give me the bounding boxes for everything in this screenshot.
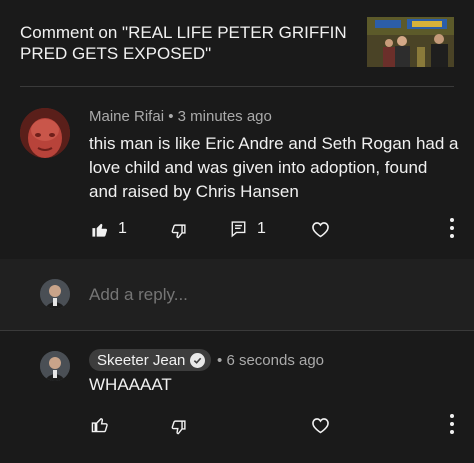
like-count: 1 — [118, 220, 127, 237]
like-button[interactable] — [91, 416, 108, 433]
heart-icon — [311, 221, 330, 238]
avatar[interactable] — [40, 351, 70, 381]
check-badge-icon — [190, 352, 206, 368]
reply-text: WHAAAAT — [89, 375, 172, 394]
page-title: Comment on "REAL LIFE PETER GRIFFIN PRED… — [20, 23, 347, 63]
reply-comment: Skeeter Jean • 6 seconds ago WHAAAAT — [0, 331, 474, 463]
comment-time: 3 minutes ago — [177, 108, 272, 125]
reply-meta: • 6 seconds ago — [217, 352, 324, 369]
comment-author[interactable]: Maine Rifai — [89, 108, 164, 125]
author-chip[interactable]: Skeeter Jean — [89, 349, 212, 371]
avatar — [40, 279, 70, 309]
dislike-button[interactable] — [170, 223, 187, 240]
thumbs-up-icon — [91, 221, 108, 238]
comment-text: this man is like Eric Andre and Seth Rog… — [89, 134, 459, 201]
like-button[interactable]: 1 — [91, 220, 127, 238]
heart-icon — [311, 417, 330, 434]
reply-count: 1 — [257, 220, 266, 237]
meta-separator: • — [168, 108, 174, 125]
kebab-menu-icon[interactable] — [449, 414, 455, 434]
reply-author: Skeeter Jean — [97, 351, 186, 369]
reply-time: 6 seconds ago — [226, 352, 325, 369]
meta-separator: • — [217, 352, 223, 369]
comment-icon — [230, 220, 247, 238]
kebab-menu-icon[interactable] — [449, 218, 455, 238]
comment: Maine Rifai • 3 minutes ago this man is … — [0, 87, 474, 259]
thumbs-down-icon — [170, 419, 187, 436]
heart-button[interactable] — [311, 221, 330, 238]
dislike-button[interactable] — [170, 419, 187, 436]
heart-button[interactable] — [311, 417, 330, 434]
replies-button[interactable]: 1 — [230, 220, 266, 238]
thumbs-down-icon — [170, 223, 187, 240]
comment-meta: Maine Rifai • 3 minutes ago — [89, 108, 272, 125]
reply-input[interactable] — [89, 285, 389, 305]
avatar[interactable] — [20, 108, 70, 158]
thumbs-up-icon — [91, 416, 108, 433]
video-thumbnail[interactable] — [367, 17, 454, 67]
reply-composer — [0, 259, 474, 331]
header: Comment on "REAL LIFE PETER GRIFFIN PRED… — [0, 0, 474, 86]
